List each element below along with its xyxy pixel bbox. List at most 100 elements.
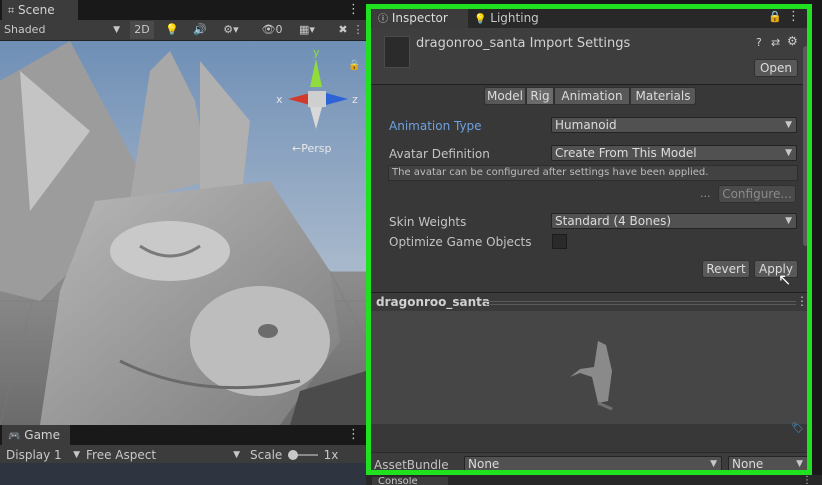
- assetbundle-label: AssetBundle: [374, 458, 449, 472]
- tab-console-label: Console: [378, 477, 418, 485]
- lighting-toggle-icon[interactable]: 💡: [162, 21, 182, 39]
- presets-icon[interactable]: ⇄: [771, 36, 780, 49]
- gamepad-icon: 🎮: [8, 431, 21, 442]
- eye-off-icon: 👁: [261, 23, 276, 36]
- revert-button[interactable]: Revert: [702, 260, 750, 278]
- tools-icon[interactable]: ✖: [334, 21, 352, 39]
- optimize-checkbox[interactable]: [552, 234, 567, 249]
- asset-thumbnail: [384, 36, 410, 68]
- game-tab-bar: 🎮 Game ⋮: [0, 425, 366, 445]
- tab-lighting-label: Lighting: [490, 11, 539, 25]
- gizmo-z-label: z: [352, 93, 358, 106]
- gizmo-x-label: x: [276, 93, 283, 106]
- assetbundle-row: AssetBundle None ▼ None ▼: [366, 452, 812, 476]
- scrollbar-thumb[interactable]: [803, 46, 809, 246]
- toolbar-overflow-icon[interactable]: ⋮: [352, 21, 364, 39]
- inspector-tab-bar: ⓘ Inspector 💡 Lighting 🔒 ⋮: [366, 4, 812, 28]
- assetbundle-variant-value: None: [732, 457, 764, 471]
- help-icon[interactable]: ?: [756, 36, 762, 49]
- preview-header: dragonroo_santa ⋮: [366, 292, 812, 312]
- effects-dropdown-icon[interactable]: ⚙▾: [216, 21, 246, 39]
- open-button[interactable]: Open: [754, 59, 798, 77]
- model-preview[interactable]: 🏷: [366, 311, 812, 434]
- display-value: Display 1: [6, 448, 62, 462]
- preview-drag-handle[interactable]: [486, 301, 796, 305]
- game-panel: 🎮 Game ⋮ Display 1 ▼ Free Aspect ▼ Scale…: [0, 425, 366, 485]
- chevron-down-icon: ▼: [113, 25, 120, 35]
- scale-value: 1x: [323, 448, 339, 462]
- preview-title: dragonroo_santa: [376, 295, 491, 309]
- avatar-definition-value: Create From This Model: [555, 146, 697, 160]
- tab-model[interactable]: Model: [484, 87, 526, 105]
- scene-panel: ⌗ Scene ⋮ Shaded ▼ 2D 💡 🔊 ⚙▾ 👁0 ▦▾ ✖ ⋮ y…: [0, 0, 366, 425]
- game-toolbar: Display 1 ▼ Free Aspect ▼ Scale 1x: [0, 445, 366, 464]
- aspect-value: Free Aspect: [86, 448, 157, 462]
- skin-weights-label: Skin Weights: [389, 215, 467, 229]
- preview-menu-icon[interactable]: ⋮: [796, 294, 808, 308]
- tab-rig[interactable]: Rig: [526, 87, 554, 105]
- scene-menu-icon[interactable]: ⋮: [347, 2, 360, 18]
- gizmo-y-label: y: [313, 46, 320, 59]
- orientation-gizmo[interactable]: [288, 59, 348, 129]
- info-icon: ⓘ: [378, 14, 388, 25]
- asset-title: dragonroo_santa Import Settings: [416, 36, 631, 51]
- tag-icon[interactable]: 🏷: [791, 423, 804, 434]
- console-menu-icon[interactable]: ⋮: [802, 475, 812, 485]
- skin-weights-dropdown[interactable]: Standard (4 Bones) ▼: [551, 213, 797, 229]
- dragon-model-render: y x z ←Persp 🔒: [0, 41, 366, 425]
- lock-icon[interactable]: 🔒: [768, 10, 782, 23]
- game-menu-icon[interactable]: ⋮: [347, 427, 360, 443]
- tab-materials[interactable]: Materials: [630, 87, 696, 105]
- chevron-down-icon: ▼: [710, 459, 717, 469]
- game-viewport: [0, 463, 366, 485]
- chevron-down-icon: ▼: [796, 459, 803, 469]
- avatar-definition-dropdown[interactable]: Create From This Model ▼: [551, 145, 797, 161]
- mouse-cursor-icon: ↖: [778, 270, 792, 289]
- asset-header: dragonroo_santa Import Settings ? ⇄ ⚙ Op…: [366, 28, 812, 85]
- configure-button[interactable]: Configure...: [718, 185, 796, 203]
- shading-mode-dropdown[interactable]: Shaded ▼: [4, 21, 122, 39]
- chevron-down-icon: ▼: [785, 216, 792, 226]
- assetbundle-value: None: [468, 457, 500, 471]
- visibility-toggle[interactable]: 👁0: [258, 21, 286, 39]
- console-tab-strip: Console ⋮: [366, 475, 822, 485]
- tab-scene-label: Scene: [18, 3, 55, 17]
- ellipsis-text: ...: [700, 187, 711, 200]
- animation-type-value: Humanoid: [555, 118, 617, 132]
- aspect-dropdown[interactable]: Free Aspect ▼: [86, 446, 242, 464]
- toggle-2d-button[interactable]: 2D: [130, 21, 154, 39]
- settings-gear-icon[interactable]: ⚙: [787, 34, 798, 48]
- tab-inspector[interactable]: ⓘ Inspector: [372, 8, 468, 28]
- animation-type-label: Animation Type: [389, 119, 482, 133]
- scale-label: Scale: [250, 448, 283, 462]
- tab-animation[interactable]: Animation: [554, 87, 630, 105]
- chevron-down-icon: ▼: [785, 120, 792, 130]
- chevron-down-icon: ▼: [233, 450, 240, 460]
- hidden-count: 0: [275, 23, 283, 36]
- chevron-down-icon: ▼: [73, 450, 80, 460]
- scene-tab-bar: ⌗ Scene ⋮: [0, 0, 366, 20]
- tab-lighting[interactable]: 💡 Lighting: [470, 8, 554, 28]
- shading-mode-value: Shaded: [4, 23, 46, 36]
- tab-scene[interactable]: ⌗ Scene: [2, 0, 78, 20]
- avatar-definition-label: Avatar Definition: [389, 147, 490, 161]
- persp-label[interactable]: ←Persp: [292, 142, 331, 155]
- skin-weights-value: Standard (4 Bones): [555, 214, 672, 228]
- grid-snapping-icon[interactable]: ▦▾: [292, 21, 322, 39]
- tab-console[interactable]: Console: [372, 477, 448, 485]
- scale-slider[interactable]: [288, 446, 318, 464]
- animation-type-dropdown[interactable]: Humanoid ▼: [551, 117, 797, 133]
- info-box: The avatar can be configured after setti…: [388, 165, 798, 181]
- assetbundle-dropdown[interactable]: None ▼: [464, 456, 722, 472]
- assetbundle-variant-dropdown[interactable]: None ▼: [728, 456, 808, 472]
- optimize-label: Optimize Game Objects: [389, 235, 532, 249]
- chevron-down-icon: ▼: [785, 148, 792, 158]
- tab-game[interactable]: 🎮 Game: [2, 425, 70, 445]
- tab-inspector-label: Inspector: [391, 11, 448, 25]
- scene-toolbar: Shaded ▼ 2D 💡 🔊 ⚙▾ 👁0 ▦▾ ✖ ⋮: [0, 20, 366, 41]
- lock-icon[interactable]: 🔒: [348, 59, 360, 71]
- audio-toggle-icon[interactable]: 🔊: [190, 21, 210, 39]
- display-dropdown[interactable]: Display 1 ▼: [6, 446, 80, 464]
- inspector-menu-icon[interactable]: ⋮: [787, 9, 800, 24]
- scene-viewport[interactable]: y x z ←Persp 🔒: [0, 41, 366, 425]
